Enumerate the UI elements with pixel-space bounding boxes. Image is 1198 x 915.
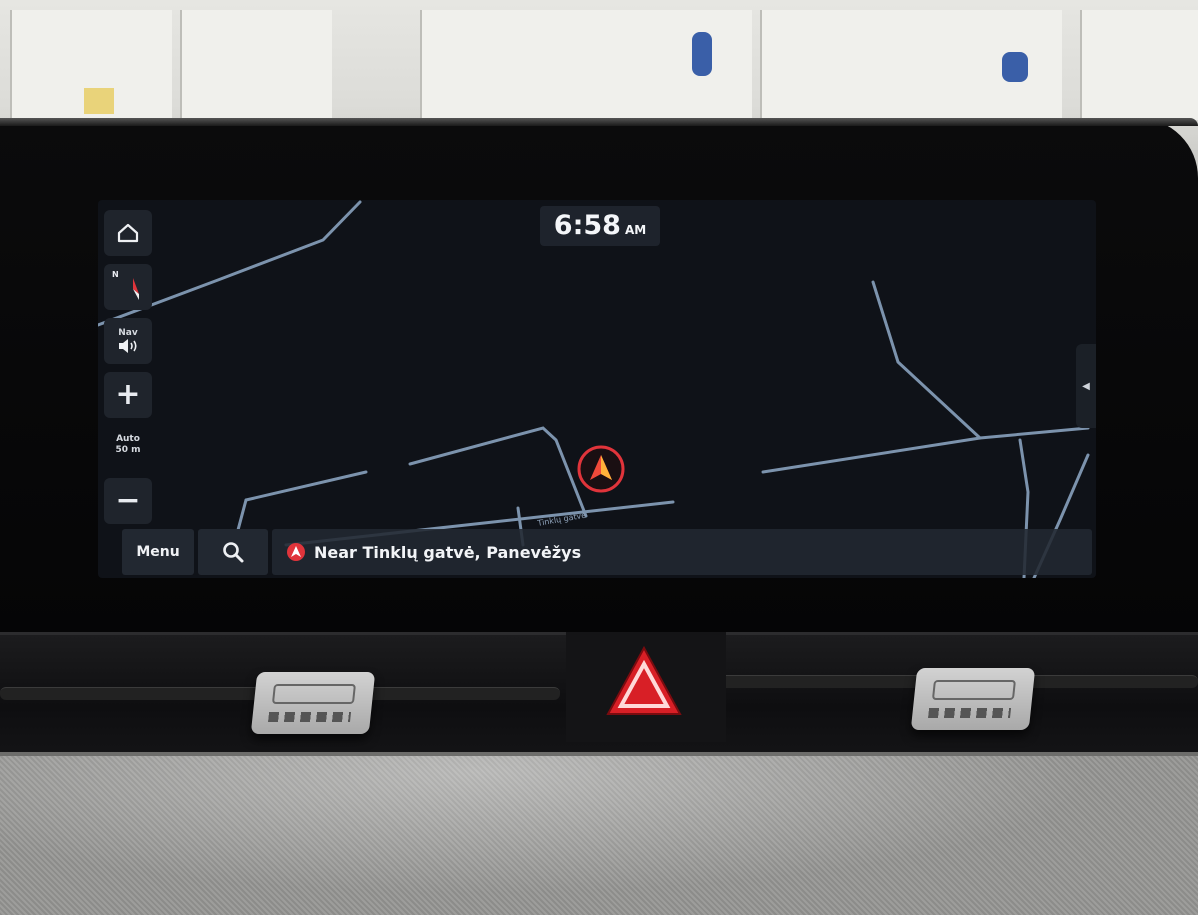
bottom-bar: Menu Near Tinklų gatvė, Panevėžys bbox=[122, 529, 1092, 575]
zoom-mode-indicator: Auto 50 m bbox=[104, 434, 152, 456]
vent-knob-symbols bbox=[271, 684, 356, 704]
compass-north-label: N bbox=[112, 270, 119, 279]
zoom-out-icon: − bbox=[115, 483, 141, 518]
wall-panel bbox=[1080, 10, 1198, 120]
search-icon bbox=[223, 542, 244, 563]
zoom-mode-label: Auto bbox=[116, 434, 140, 444]
wall-sticker bbox=[84, 88, 114, 114]
wall-fixture bbox=[692, 32, 712, 76]
road-network bbox=[98, 200, 1090, 578]
road bbox=[408, 426, 588, 518]
infotainment-screen: Tinklų gatvė 6:58 AM N Nav + Auto 50 m − bbox=[98, 200, 1096, 578]
zoom-in-button[interactable]: + bbox=[104, 372, 152, 418]
zoom-in-icon: + bbox=[115, 377, 141, 412]
home-button[interactable] bbox=[104, 210, 152, 256]
right-vent-knob[interactable] bbox=[910, 668, 1036, 730]
nav-volume-button[interactable]: Nav bbox=[104, 318, 152, 364]
compass-button[interactable]: N bbox=[104, 264, 152, 310]
dashboard-top bbox=[0, 752, 1198, 915]
clock-time: 6:58 bbox=[553, 210, 621, 241]
search-button[interactable] bbox=[198, 529, 268, 575]
vent-knob-grill bbox=[268, 712, 352, 722]
nav-volume-label: Nav bbox=[118, 328, 138, 338]
clock-period: AM bbox=[624, 223, 647, 237]
bezel-edge bbox=[0, 118, 1198, 126]
clock: 6:58 AM bbox=[540, 206, 660, 246]
wall-fixture bbox=[1002, 52, 1028, 82]
road bbox=[244, 470, 368, 502]
current-location-text: Near Tinklų gatvė, Panevėžys bbox=[314, 542, 582, 562]
chevron-left-icon: ◀ bbox=[1082, 380, 1090, 392]
hazard-triangle-icon[interactable] bbox=[604, 644, 684, 720]
vent-knob-grill bbox=[928, 708, 1012, 718]
road bbox=[761, 426, 1090, 474]
left-vent-knob[interactable] bbox=[250, 672, 376, 734]
road bbox=[871, 280, 982, 440]
navigation-arrow-icon bbox=[577, 445, 625, 493]
vent-knob-symbols bbox=[931, 680, 1016, 700]
home-icon bbox=[117, 223, 139, 243]
road bbox=[236, 498, 248, 532]
side-panel-toggle[interactable]: ◀ bbox=[1076, 344, 1096, 428]
location-marker-icon bbox=[287, 543, 305, 561]
menu-button[interactable]: Menu bbox=[122, 529, 194, 575]
speaker-icon bbox=[119, 339, 137, 353]
wall-panel bbox=[180, 10, 332, 120]
zoom-scale-label: 50 m bbox=[115, 445, 141, 455]
zoom-out-button[interactable]: − bbox=[104, 478, 152, 524]
current-location-bar[interactable]: Near Tinklų gatvė, Panevėžys bbox=[272, 529, 1092, 575]
navigation-map[interactable]: Tinklų gatvė bbox=[98, 200, 1096, 578]
